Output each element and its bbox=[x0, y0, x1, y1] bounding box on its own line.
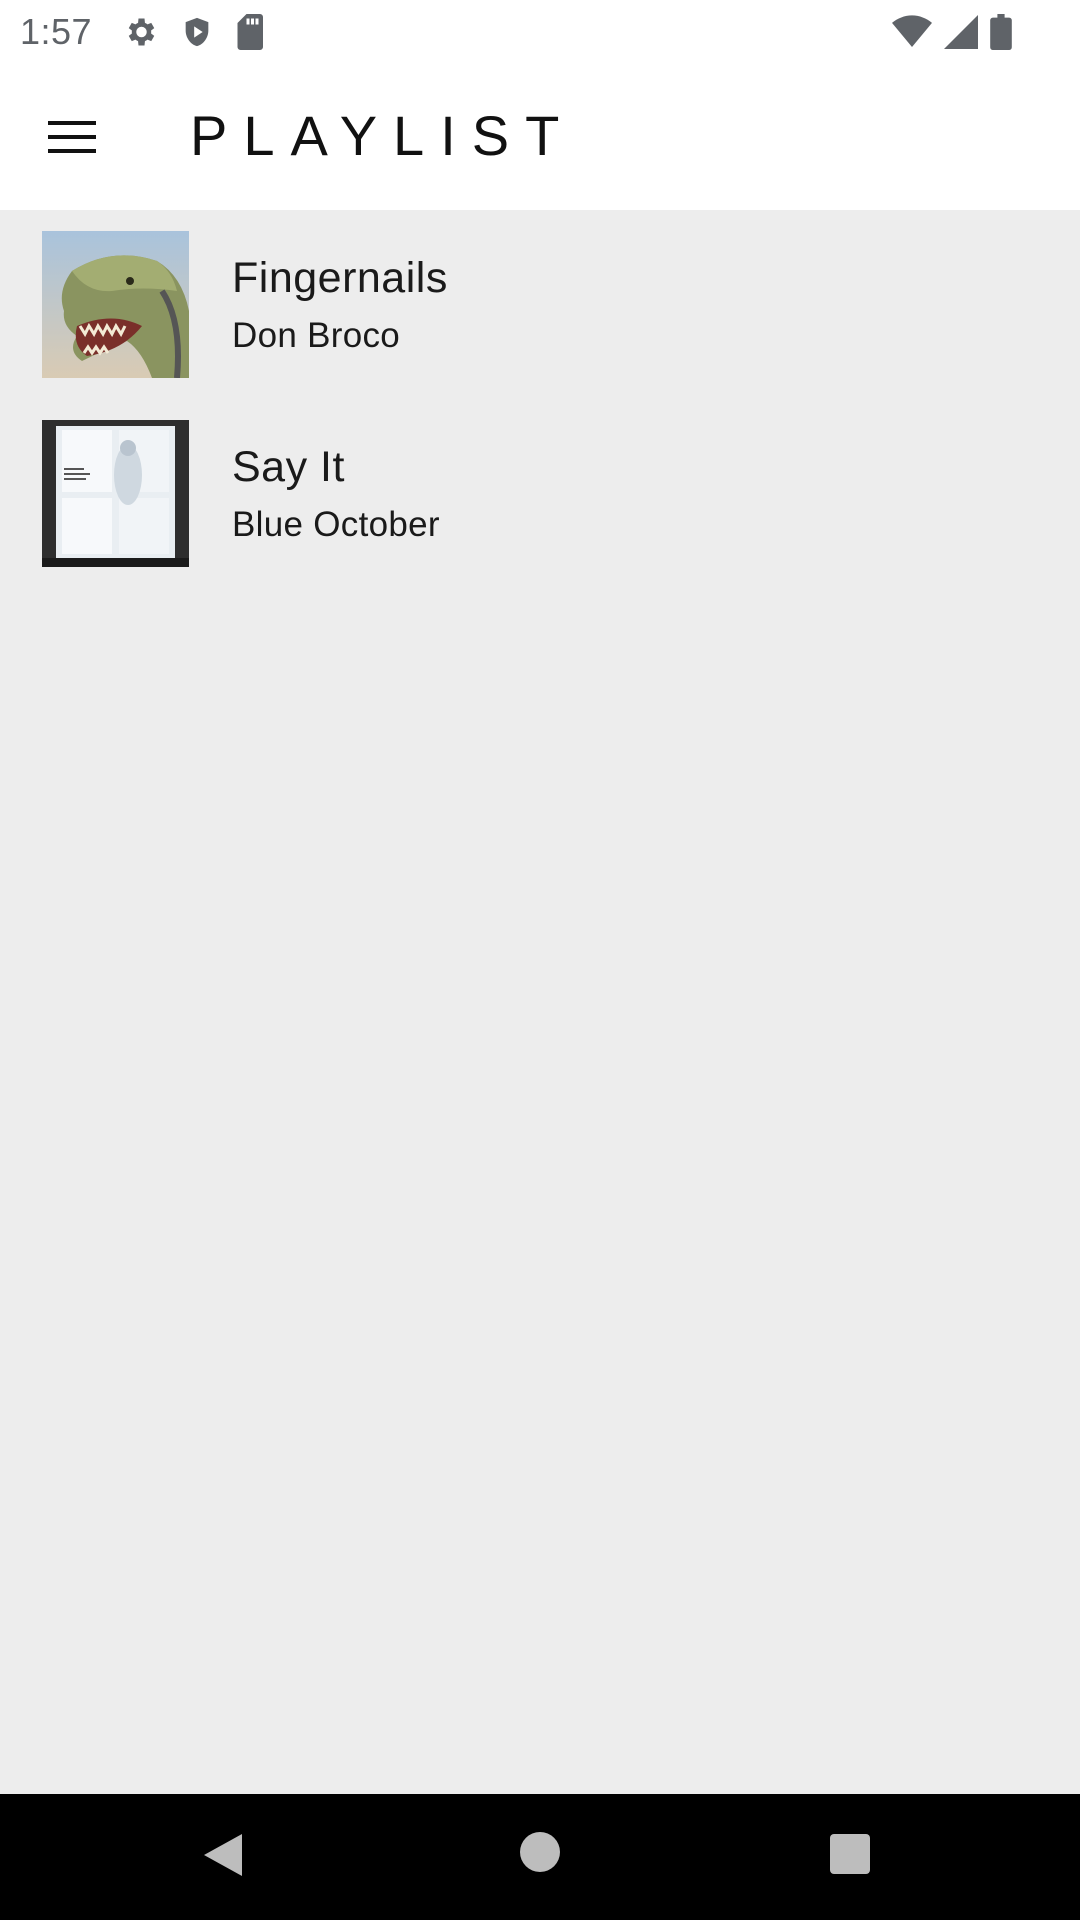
track-title: Fingernails bbox=[232, 254, 448, 302]
shield-icon bbox=[185, 17, 209, 46]
status-bar: 1:57 bbox=[0, 0, 1080, 63]
list-item[interactable]: Say It Blue October bbox=[0, 399, 1080, 588]
album-art-window bbox=[42, 420, 189, 567]
wifi-icon bbox=[892, 15, 932, 48]
cell-signal-icon bbox=[944, 15, 978, 49]
recents-icon[interactable] bbox=[830, 1834, 870, 1874]
status-icons-right bbox=[892, 14, 1012, 50]
page-title: PLAYLIST bbox=[190, 104, 576, 167]
back-icon[interactable] bbox=[202, 1832, 244, 1878]
album-art-dinosaur bbox=[42, 231, 189, 378]
status-time: 1:57 bbox=[20, 10, 93, 52]
app-bar: PLAYLIST bbox=[0, 63, 1080, 210]
track-title: Say It bbox=[232, 443, 345, 491]
gear-icon bbox=[128, 18, 155, 45]
track-artist: Blue October bbox=[232, 505, 440, 544]
battery-icon bbox=[990, 14, 1012, 50]
hamburger-menu-icon[interactable] bbox=[40, 113, 106, 161]
status-icons-left bbox=[122, 13, 266, 50]
list-item[interactable]: Fingernails Don Broco bbox=[0, 210, 1080, 399]
home-icon[interactable] bbox=[520, 1832, 560, 1872]
sd-card-icon bbox=[237, 13, 264, 50]
track-list: Fingernails Don Broco Say It Blue Octobe… bbox=[0, 210, 1080, 588]
track-artist: Don Broco bbox=[232, 316, 401, 355]
system-nav-bar bbox=[0, 1794, 1080, 1920]
